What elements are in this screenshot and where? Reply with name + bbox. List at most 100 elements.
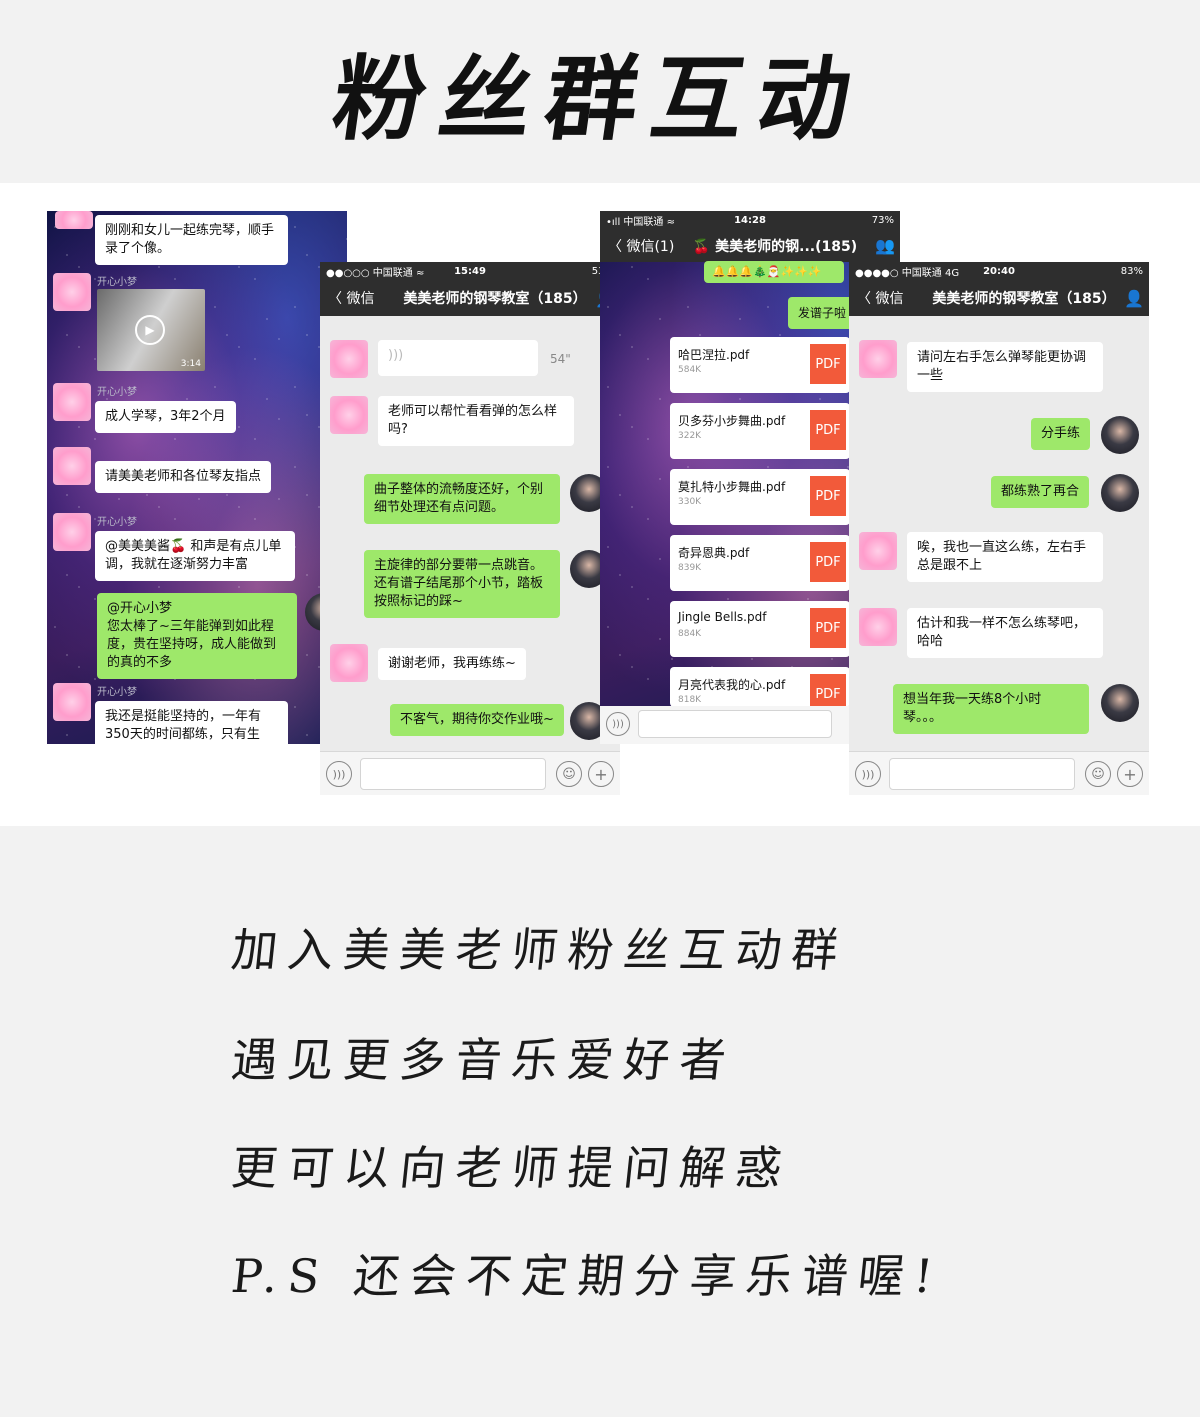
person-icon[interactable]: 👤	[1119, 289, 1149, 308]
chat-bubble-own: 分手练	[1031, 418, 1091, 450]
battery-level: 83%	[1120, 265, 1143, 277]
chat-bubble: 唉，我也一直这么练，左右手总是跟不上	[907, 532, 1103, 582]
pdf-file-card[interactable]: 哈巴涅拉.pdf 584K PDF	[670, 337, 850, 393]
plus-icon[interactable]: +	[1117, 761, 1143, 787]
input-bar: ))) ☺ +	[320, 751, 620, 795]
battery-level: 73%	[871, 214, 894, 226]
chat-title: 🍒 美美老师的钢...(185)	[692, 238, 858, 255]
sender-nickname: 开心小梦	[97, 387, 137, 398]
file-name: Jingle Bells.pdf	[678, 610, 767, 624]
promo-line: 更可以向老师提问解惑	[228, 1141, 795, 1195]
voice-icon[interactable]: )))	[855, 761, 881, 787]
status-bar: ●●○○○ 中国联通 ≈ 15:49 53%	[320, 262, 620, 280]
status-time: 14:28	[734, 214, 766, 226]
chat-bubble-own: 主旋律的部分要带一点跳音。还有谱子结尾那个小节，踏板按照标记的踩~	[364, 550, 560, 618]
chat-bubble-own: 都练熟了再合	[991, 476, 1090, 508]
status-time: 15:49	[454, 265, 486, 277]
chat-bubble-own: 🔔🔔🔔🎄🎅✨✨✨	[704, 261, 844, 283]
file-name: 哈巴涅拉.pdf	[678, 348, 750, 362]
voice-icon[interactable]: )))	[326, 761, 352, 787]
play-icon[interactable]: ▶	[135, 315, 165, 345]
header: 粉丝群互动	[0, 0, 1200, 183]
avatar	[55, 211, 93, 229]
file-size: 839K	[678, 563, 702, 573]
chat-title: 美美老师的钢琴教室（185）	[403, 291, 587, 307]
chat-bubble: 老师可以帮忙看看弹的怎么样吗?	[378, 396, 574, 446]
message-input[interactable]	[638, 710, 832, 738]
chat-bubble-own: 不客气，期待你交作业哦~	[390, 704, 564, 736]
chat-bubble-own: 发谱子啦	[788, 297, 857, 329]
pdf-file-card[interactable]: 奇异恩典.pdf 839K PDF	[670, 535, 850, 591]
avatar	[53, 683, 91, 721]
avatar	[1101, 684, 1139, 722]
avatar	[1101, 474, 1139, 512]
video-message[interactable]: ▶ 3:14	[97, 289, 205, 371]
file-size: 330K	[678, 497, 702, 507]
emoji-icon[interactable]: ☺	[556, 761, 582, 787]
video-duration: 3:14	[180, 359, 201, 369]
chat-bubble-own: 想当年我一天练8个小时琴。。。	[893, 684, 1089, 734]
back-button[interactable]: 〈 微信(1)	[600, 236, 680, 256]
pdf-icon: PDF	[810, 476, 846, 516]
chat-bubble: 我还是挺能坚持的，一年有350天的时间都练，只有生	[95, 701, 288, 744]
chat-screenshot-4: ●●●●○ 中国联通 4G 20:40 83% 〈 微信 美美老师的钢琴教室（1…	[849, 262, 1149, 795]
chat-bubble: 估计和我一样不怎么练琴吧，哈哈	[907, 608, 1103, 658]
sender-nickname: 开心小梦	[97, 687, 137, 698]
avatar	[53, 383, 91, 421]
voice-icon[interactable]: )))	[606, 712, 630, 736]
chat-screenshot-2: ●●○○○ 中国联通 ≈ 15:49 53% 〈 微信 美美老师的钢琴教室（18…	[320, 262, 620, 795]
chat-bubble-own: @开心小梦 您太棒了~三年能弹到如此程度，贵在坚持呀，成人能做到的真的不多	[97, 593, 297, 679]
avatar	[859, 340, 897, 378]
file-size: 818K	[678, 695, 702, 705]
promo-line: 遇见更多音乐爱好者	[228, 1033, 739, 1087]
plus-icon[interactable]: +	[588, 761, 614, 787]
avatar	[53, 273, 91, 311]
promo-line: P.S 还会不定期分享乐谱喔!	[228, 1249, 946, 1303]
back-button[interactable]: 〈 微信	[320, 288, 400, 308]
nav-bar: 〈 微信 美美老师的钢琴教室（185） 👤	[849, 280, 1149, 316]
avatar	[330, 340, 368, 378]
file-name: 月亮代表我的心.pdf	[678, 678, 786, 692]
file-name: 莫扎特小步舞曲.pdf	[678, 480, 786, 494]
message-input[interactable]	[889, 758, 1075, 790]
voice-message[interactable]: )))	[378, 340, 538, 376]
file-size: 884K	[678, 629, 702, 639]
pdf-file-card[interactable]: 月亮代表我的心.pdf 818K PDF	[670, 667, 850, 714]
file-name: 奇异恩典.pdf	[678, 546, 750, 560]
chat-bubble: 请问左右手怎么弹琴能更协调一些	[907, 342, 1103, 392]
sender-nickname: 开心小梦	[97, 277, 137, 288]
promo-section: 加入美美老师粉丝互动群 遇见更多音乐爱好者 更可以向老师提问解惑 P.S 还会不…	[0, 826, 1200, 1417]
avatar	[859, 608, 897, 646]
status-bar: ●●●●○ 中国联通 4G 20:40 83%	[849, 262, 1149, 280]
status-time: 20:40	[983, 265, 1015, 277]
voice-icon: )))	[388, 348, 404, 363]
avatar	[330, 644, 368, 682]
chat-bubble: 刚刚和女儿一起练完琴，顺手录了个像。	[95, 215, 288, 265]
pdf-icon: PDF	[810, 410, 846, 450]
sender-nickname: 开心小梦	[97, 517, 137, 528]
pdf-file-card[interactable]: 莫扎特小步舞曲.pdf 330K PDF	[670, 469, 850, 525]
input-bar: ))) ☺ +	[849, 751, 1149, 795]
pdf-file-card[interactable]: Jingle Bells.pdf 884K PDF	[670, 601, 850, 657]
voice-duration: 54"	[550, 352, 571, 366]
nav-bar: 〈 微信 美美老师的钢琴教室（185） 👤	[320, 280, 620, 316]
emoji-icon[interactable]: ☺	[1085, 761, 1111, 787]
pdf-icon: PDF	[810, 344, 846, 384]
file-size: 322K	[678, 431, 702, 441]
chat-bubble: 请美美老师和各位琴友指点	[95, 461, 272, 493]
nav-bar: 〈 微信(1) 🍒 美美老师的钢...(185) 👥	[600, 229, 900, 262]
pdf-file-card[interactable]: 贝多芬小步舞曲.pdf 322K PDF	[670, 403, 850, 459]
message-input[interactable]	[360, 758, 546, 790]
group-icon[interactable]: 👥	[870, 236, 900, 255]
avatar	[859, 532, 897, 570]
pdf-icon: PDF	[810, 608, 846, 648]
avatar	[330, 396, 368, 434]
file-name: 贝多芬小步舞曲.pdf	[678, 414, 786, 428]
chat-bubble: 谢谢老师，我再练练~	[378, 648, 526, 680]
avatar	[53, 447, 91, 485]
chat-bubble: 成人学琴，3年2个月	[95, 401, 236, 433]
avatar	[53, 513, 91, 551]
chat-screenshot-1: 刚刚和女儿一起练完琴，顺手录了个像。 开心小梦 ▶ 3:14 开心小梦 成人学琴…	[47, 211, 347, 744]
back-button[interactable]: 〈 微信	[849, 288, 929, 308]
chat-bubble: @美美美酱🍒 和声是有点儿单调，我就在逐渐努力丰富	[95, 531, 295, 581]
